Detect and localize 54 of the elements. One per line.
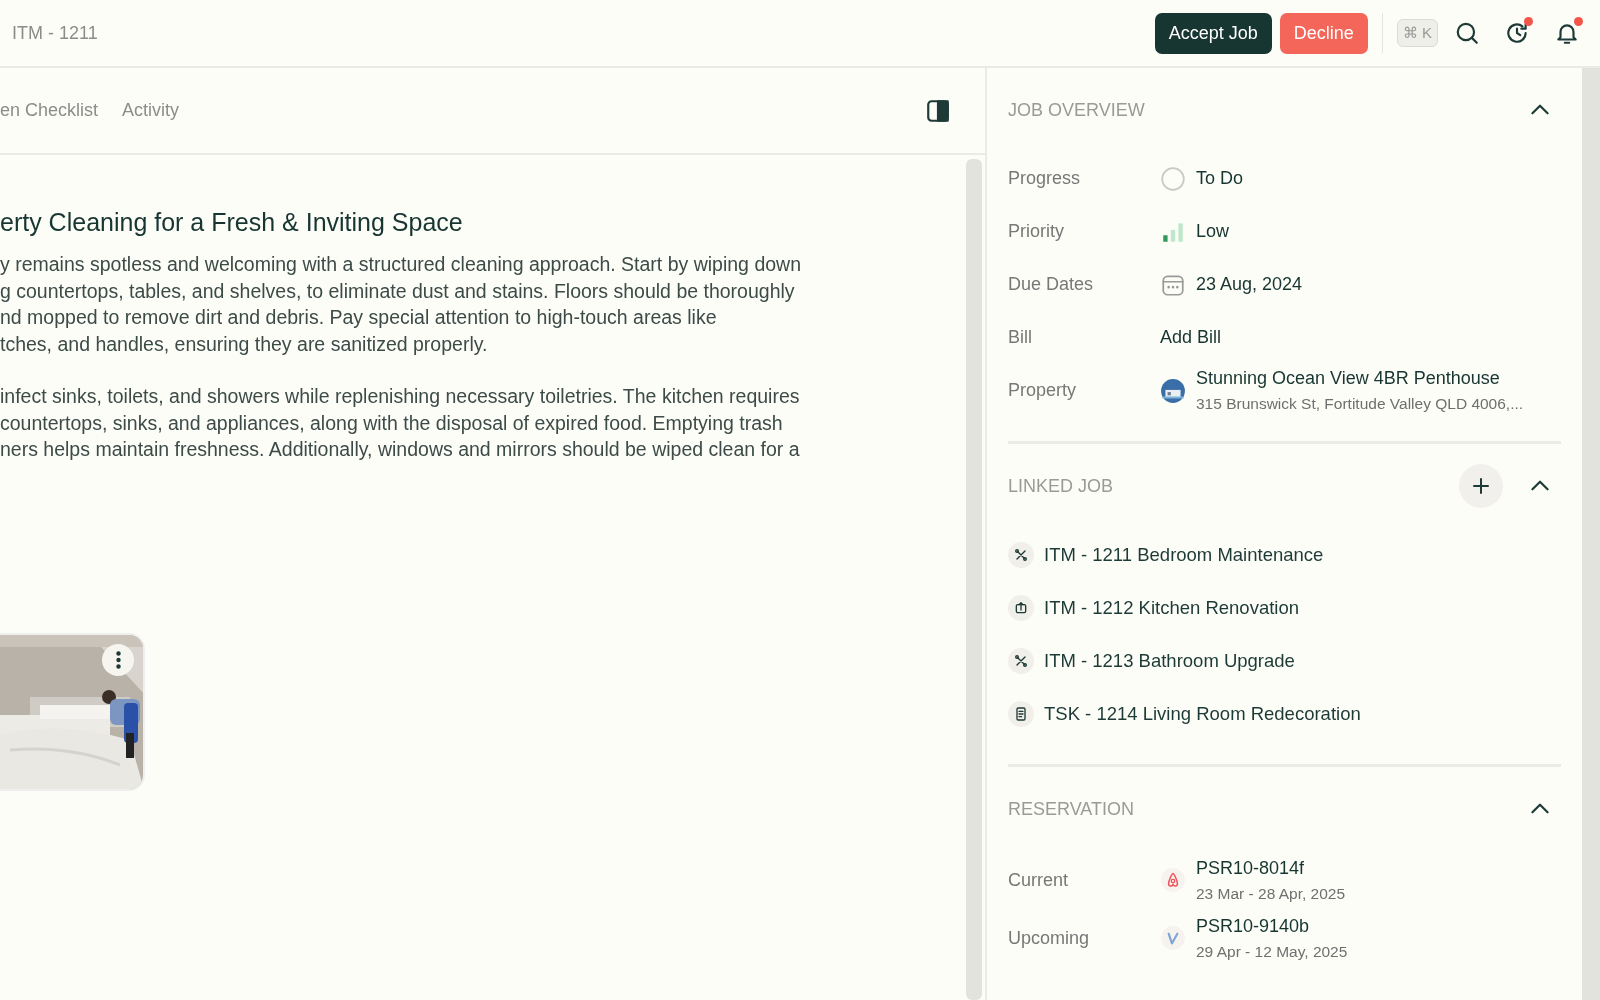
section-title: JOB OVERVIEW xyxy=(1008,98,1146,122)
linked-job-link[interactable]: ITM - 1213 Bathroom Upgrade xyxy=(1044,646,1295,675)
reservation-dates: 29 Apr - 12 May, 2025 xyxy=(1196,941,1348,962)
field-label: Priority xyxy=(1008,220,1065,243)
job-id: ITM - 1211 xyxy=(12,21,98,45)
property-address: 315 Brunswick St, Fortitude Valley QLD 4006,... xyxy=(1196,394,1524,415)
property-thumbnail-icon xyxy=(1160,377,1186,404)
notification-button[interactable] xyxy=(1554,20,1580,46)
add-bill-link[interactable]: Add Bill xyxy=(1160,324,1222,351)
field-label: Current xyxy=(1008,868,1070,892)
field-value: Low xyxy=(1196,220,1230,243)
linked-job-link[interactable]: ITM - 1212 Kitchen Renovation xyxy=(1044,593,1300,622)
field-value: 23 Aug, 2024 xyxy=(1196,273,1303,296)
field-label: Progress xyxy=(1008,167,1082,190)
field-label: Due Dates xyxy=(1008,273,1095,296)
paragraph-line: ners helps maintain freshness. Additionally, windows and mirrors should be wiped clean for a xyxy=(0,437,801,462)
arch-logo-icon xyxy=(1160,867,1186,893)
linked-job-link[interactable]: ITM - 1211 Bedroom Maintenance xyxy=(1044,540,1324,569)
reservation-code: PSR10-9140b xyxy=(1196,914,1311,938)
document-title: erty Cleaning for a Fresh & Inviting Space xyxy=(0,207,464,237)
linked-job-link[interactable]: TSK - 1214 Living Room Redecoration xyxy=(1044,699,1361,728)
shortcut-hint: ⌘ K xyxy=(1396,18,1438,48)
property-name: Stunning Ocean View 4BR Penthouse xyxy=(1196,367,1501,391)
panel-toggle-button[interactable] xyxy=(925,97,951,124)
field-label: Bill xyxy=(1008,326,1033,349)
paragraph-line: infect sinks, toilets, and showers while replenishing necessary toiletries. The kitchen requires xyxy=(0,384,801,409)
field-label: Property xyxy=(1008,379,1078,402)
tools-icon xyxy=(1013,546,1029,563)
tray-icon xyxy=(1013,599,1029,616)
scrollbar[interactable] xyxy=(966,159,982,1000)
section-title: RESERVATION xyxy=(1008,797,1136,821)
reservation-dates: 23 Mar - 28 Apr, 2025 xyxy=(1196,883,1346,904)
tools-icon xyxy=(1013,652,1029,669)
kebab-icon xyxy=(115,650,121,669)
scrollbar[interactable] xyxy=(1582,68,1600,1000)
status-circle-icon xyxy=(1160,165,1186,192)
paragraph-line: y remains spotless and welcoming with a structured cleaning approach. Start by wiping down xyxy=(0,252,802,277)
paragraph-line: nd mopped to remove dirt and debris. Pay special attention to high-touch areas like xyxy=(0,305,718,330)
search-icon xyxy=(1454,20,1480,46)
section-title: LINKED JOB xyxy=(1008,474,1115,498)
reservation-code: PSR10-8014f xyxy=(1196,856,1306,880)
v-logo-icon xyxy=(1160,925,1186,951)
accept-button[interactable]: Accept Job xyxy=(1154,12,1272,54)
paragraph-line: countertops, sinks, and appliances, along with the disposal of expired food. Emptying trash xyxy=(0,410,784,436)
field-value: To Do xyxy=(1196,167,1244,190)
clock-icon xyxy=(1504,20,1530,46)
document-icon xyxy=(1013,705,1029,722)
panel-icon xyxy=(925,97,951,124)
paragraph-line: g countertops, tables, and shelves, to eliminate dust and stains. Floors should be thoroughly xyxy=(0,278,796,304)
add-button[interactable] xyxy=(1459,464,1503,508)
field-label: Upcoming xyxy=(1008,926,1091,950)
search-button[interactable] xyxy=(1454,20,1480,46)
history-button[interactable] xyxy=(1504,20,1530,46)
paragraph-line: tches, and handles, ensuring they are sanitized properly. xyxy=(0,331,489,357)
